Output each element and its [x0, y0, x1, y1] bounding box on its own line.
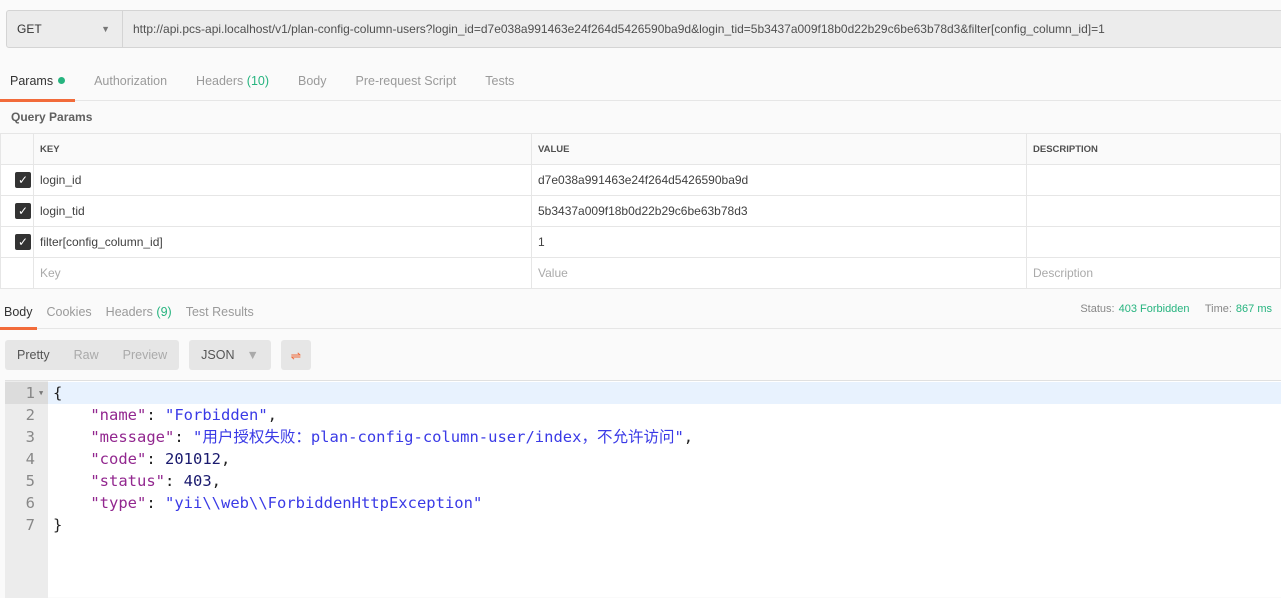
request-tabs: Params Authorization Headers (10) Body P… [0, 60, 1281, 102]
column-key: KEY [33, 133, 532, 165]
tab-headers[interactable]: Headers (10) [186, 60, 279, 101]
code-line: 6 "type": "yii\\web\\ForbiddenHttpExcept… [5, 492, 1281, 514]
code-text: "code": 201012, [90, 450, 231, 468]
table-row: ✓ filter[config_column_id] 1 [0, 226, 1281, 258]
param-key[interactable]: login_tid [33, 195, 532, 227]
line-number: 2 [25, 406, 35, 424]
param-value[interactable]: d7e038a991463e24f264d5426590ba9d [531, 164, 1027, 196]
wrap-icon: ⇌ [290, 348, 302, 363]
chevron-down-icon: ▼ [101, 24, 110, 34]
json-key: "name" [90, 406, 147, 424]
response-body-editor[interactable]: 1 ▼{ 2 "name": "Forbidden", 3 "message": … [5, 380, 1281, 598]
table-row: ✓ login_tid 5b3437a009f18b0d22b29c6be63b… [0, 195, 1281, 227]
headers-count: (9) [156, 305, 172, 319]
table-row-new: Key Value Description [0, 257, 1281, 289]
raw-button[interactable]: Raw [62, 348, 111, 362]
code-text: "status": 403, [90, 472, 221, 490]
chevron-down-icon: ▼ [246, 348, 259, 362]
tab-tests[interactable]: Tests [475, 60, 524, 101]
json-number: 403 [183, 472, 212, 490]
code-text: "name": "Forbidden", [90, 406, 277, 424]
query-params-title: Query Params [11, 110, 93, 124]
code-line: 4 "code": 201012, [5, 448, 1281, 470]
json-string: "yii\\web\\ForbiddenHttpException" [165, 494, 483, 512]
status-value: 403 Forbidden [1118, 303, 1190, 315]
tab-prerequest-script[interactable]: Pre-request Script [346, 60, 467, 101]
json-string: "用户授权失败：plan-config-column-user/index，不允… [193, 428, 684, 446]
description-input[interactable]: Description [1026, 257, 1281, 289]
param-value[interactable]: 1 [531, 226, 1027, 258]
response-toolbar: Pretty Raw Preview JSON ▼ ⇌ [5, 340, 311, 370]
wrap-lines-button[interactable]: ⇌ [280, 340, 311, 370]
json-number: 201012 [165, 450, 221, 468]
line-number: 5 [25, 472, 35, 490]
param-value[interactable]: 5b3437a009f18b0d22b29c6be63b78d3 [531, 195, 1027, 227]
method-label: GET [17, 22, 42, 36]
headers-count: (10) [246, 73, 270, 88]
json-key: "message" [90, 428, 175, 446]
tab-label: Headers [196, 73, 244, 88]
format-label: JSON [201, 348, 235, 362]
code-line: 5 "status": 403, [5, 470, 1281, 492]
fold-arrow-icon[interactable]: ▼ [39, 382, 43, 404]
tab-response-body[interactable]: Body [0, 295, 37, 330]
param-key[interactable]: login_id [33, 164, 532, 196]
column-description: DESCRIPTION [1026, 133, 1281, 165]
tab-test-results[interactable]: Test Results [182, 295, 258, 329]
column-value: VALUE [531, 133, 1027, 165]
code-line: 2 "name": "Forbidden", [5, 404, 1281, 426]
code-text: "message": "用户授权失败：plan-config-column-us… [90, 428, 694, 446]
time-value: 867 ms [1235, 303, 1272, 315]
param-description[interactable] [1026, 164, 1281, 196]
line-number: 3 [25, 428, 35, 446]
code-line: 7} [5, 514, 1281, 536]
response-status: Status: 403 Forbidden Time: 867 ms [1080, 303, 1272, 315]
header-checkbox-cell [0, 133, 34, 165]
key-input[interactable]: Key [33, 257, 532, 289]
value-input[interactable]: Value [531, 257, 1027, 289]
query-params-table: KEY VALUE DESCRIPTION ✓ login_id d7e038a… [0, 133, 1281, 289]
table-row: ✓ login_id d7e038a991463e24f264d5426590b… [0, 164, 1281, 196]
code-text: } [53, 516, 63, 534]
tab-body[interactable]: Body [288, 60, 337, 101]
json-key: "status" [90, 472, 165, 490]
param-description[interactable] [1026, 195, 1281, 227]
tab-authorization[interactable]: Authorization [84, 60, 177, 101]
code-line: 1 ▼{ [5, 382, 1281, 404]
tab-label: Params [10, 73, 54, 88]
code-line: 3 "message": "用户授权失败：plan-config-column-… [5, 426, 1281, 448]
line-number: 6 [25, 494, 35, 512]
json-key: "code" [90, 450, 147, 468]
code-text: "type": "yii\\web\\ForbiddenHttpExceptio… [90, 494, 483, 512]
table-header: KEY VALUE DESCRIPTION [0, 133, 1281, 165]
line-number: 7 [25, 516, 35, 534]
row-checkbox[interactable]: ✓ [15, 203, 31, 219]
active-dot-icon [58, 77, 66, 84]
view-mode-group: Pretty Raw Preview [5, 340, 180, 370]
row-checkbox[interactable]: ✓ [15, 234, 31, 250]
pretty-button[interactable]: Pretty [5, 348, 62, 362]
param-description[interactable] [1026, 226, 1281, 258]
empty-checkbox-cell [0, 257, 34, 289]
line-number: 4 [25, 450, 35, 468]
json-string: "Forbidden" [165, 406, 268, 424]
tab-cookies[interactable]: Cookies [43, 295, 96, 329]
row-checkbox[interactable]: ✓ [15, 172, 31, 188]
json-key: "type" [90, 494, 147, 512]
param-key[interactable]: filter[config_column_id] [33, 226, 532, 258]
request-bar: GET ▼ http://api.pcs-api.localhost/v1/pla… [6, 10, 1281, 48]
status-label: Status: [1080, 303, 1115, 315]
tab-params[interactable]: Params [0, 60, 76, 102]
method-select[interactable]: GET ▼ [7, 11, 123, 47]
format-select[interactable]: JSON ▼ [189, 340, 271, 370]
tab-label: Headers [105, 305, 153, 319]
preview-button[interactable]: Preview [111, 348, 179, 362]
url-input[interactable]: http://api.pcs-api.localhost/v1/plan-con… [123, 11, 1105, 47]
tab-response-headers[interactable]: Headers (9) [102, 295, 176, 329]
code-text: { [53, 384, 63, 402]
time-label: Time: [1204, 303, 1232, 315]
